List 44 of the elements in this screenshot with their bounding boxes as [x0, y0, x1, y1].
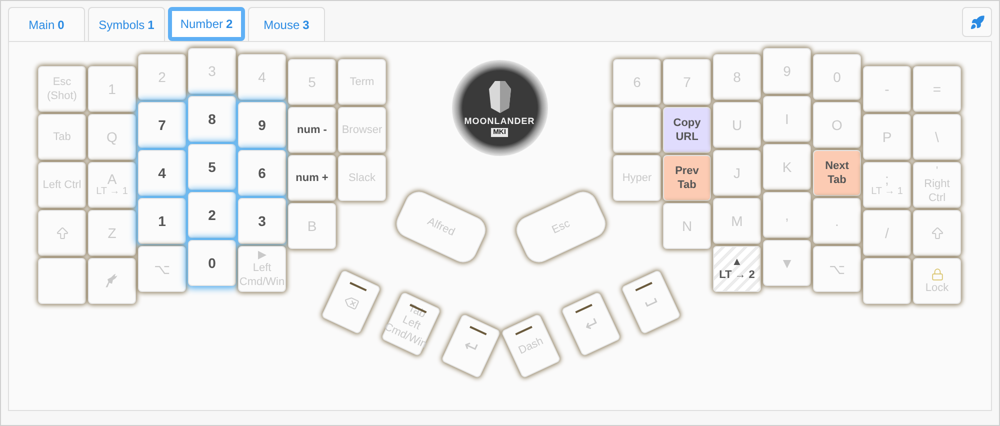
key[interactable]: 8: [188, 96, 236, 142]
key[interactable]: 1: [138, 198, 186, 244]
key[interactable]: [88, 258, 136, 304]
key[interactable]: num +: [288, 155, 336, 201]
key[interactable]: \: [913, 114, 961, 160]
logo-title: MOONLANDER: [464, 116, 535, 126]
tab[interactable]: Symbols 1: [88, 7, 165, 41]
tab[interactable]: Number 2: [168, 7, 245, 41]
key[interactable]: 0: [188, 240, 236, 286]
shift-icon: [54, 226, 70, 240]
key[interactable]: ▼: [763, 240, 811, 286]
key[interactable]: [38, 258, 86, 304]
key[interactable]: 5: [188, 144, 236, 190]
key[interactable]: 3: [238, 198, 286, 244]
enter-icon: [584, 317, 598, 331]
shift-icon: [930, 226, 944, 240]
key[interactable]: ,: [763, 192, 811, 238]
key[interactable]: 9: [238, 102, 286, 148]
settings-button[interactable]: [962, 7, 992, 37]
key[interactable]: num -: [288, 107, 336, 153]
key[interactable]: ▲ LT → 2: [713, 246, 761, 292]
key[interactable]: /: [863, 210, 911, 256]
key[interactable]: 2: [188, 192, 236, 238]
key[interactable]: 7: [138, 102, 186, 148]
key[interactable]: 4: [138, 150, 186, 196]
key[interactable]: ⌥: [138, 246, 186, 292]
rocket-icon: [970, 14, 984, 30]
key[interactable]: Next Tab: [813, 150, 861, 196]
key[interactable]: ⌥: [813, 246, 861, 292]
space-icon: [644, 297, 658, 307]
key[interactable]: 6: [238, 150, 286, 196]
key[interactable]: =: [913, 66, 961, 112]
key[interactable]: .: [813, 198, 861, 244]
key[interactable]: Copy URL: [663, 107, 711, 153]
key[interactable]: [863, 258, 911, 304]
key[interactable]: [913, 210, 961, 256]
lock-icon: [930, 268, 944, 280]
key[interactable]: [613, 107, 661, 153]
tab[interactable]: Main 0: [8, 7, 85, 41]
key[interactable]: [38, 210, 86, 256]
key[interactable]: Prev Tab: [663, 155, 711, 201]
tab[interactable]: Mouse 3: [248, 7, 325, 41]
crystal-icon: [486, 80, 512, 114]
key[interactable]: -: [863, 66, 911, 112]
